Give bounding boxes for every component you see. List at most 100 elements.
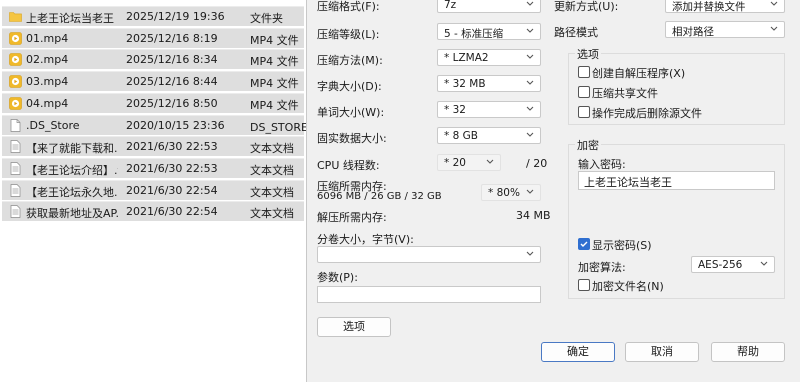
mem-decompress-value: 34 MB [516,209,551,222]
file-date: 2025/12/16 8:50 [126,96,218,110]
chevron-down-icon [526,189,534,194]
word-value: * 32 [444,104,466,116]
params-label: 参数(P): [317,271,358,284]
split-label: 分卷大小，字节(V): [317,233,414,246]
file-date: 2025/12/19 19:36 [126,10,225,23]
file-list: 上老王论坛当老王 2025/12/19 19:36 文件夹 01.mp4 2025/12… [0,0,306,382]
ok-button[interactable]: 确定 [541,342,615,362]
file-row[interactable]: 02.mp4 2025/12/16 8:34 MP4 文件 [2,49,304,70]
file-date: 2025/12/16 8:19 [126,31,218,45]
options-group-title: 选项 [575,46,601,62]
chevron-down-icon [760,261,768,266]
file-type: MP4 文件 [250,77,299,91]
checkbox-box [578,279,590,291]
file-row[interactable]: 04.mp4 2025/12/16 8:50 MP4 文件 [2,92,304,113]
cpu-label: CPU 线程数: [317,159,380,172]
file-row[interactable]: 【来了就能下载和... 2021/6/30 22:53 文本文档 [2,136,304,157]
folder-icon [9,10,22,23]
chevron-down-icon [770,26,778,31]
file-date: 2025/12/16 8:44 [126,75,218,89]
dict-select[interactable]: * 32 MB [437,75,541,92]
sfx-checkbox[interactable]: 创建自解压程序(X) [578,65,728,80]
level-select[interactable]: 5 - 标准压缩 [437,23,541,40]
checkbox-box [578,238,590,250]
format-value: 7z [444,0,457,11]
file-type: MP4 文件 [250,33,299,47]
chevron-down-icon [526,132,534,137]
path-value: 相对路径 [672,26,714,38]
mp4-file-icon [9,31,22,45]
file-type: 文本文档 [250,207,294,221]
solid-select[interactable]: * 8 GB [437,127,541,144]
file-date: 2025/12/16 8:34 [126,53,218,67]
file-row[interactable]: 上老王论坛当老王 2025/12/19 19:36 文件夹 [2,6,304,26]
file-row[interactable]: .DS_Store 2020/10/15 23:36 DS_STORE 文件 [2,114,306,135]
shared-label: 压缩共享文件 [592,87,658,100]
file-name: 02.mp4 [26,53,69,67]
chevron-down-icon [526,28,534,33]
chevron-down-icon [526,251,534,256]
split-volume-select[interactable] [317,246,541,263]
file-row[interactable]: 【老王论坛永久地... 2021/6/30 22:54 文本文档 [2,179,304,200]
password-input[interactable]: 上老王论坛当老王 [578,171,775,190]
solid-value: * 8 GB [444,130,478,142]
mem-percent-select[interactable]: * 80% [481,184,541,201]
update-value: 添加并替换文件 [672,1,746,13]
file-date: 2021/6/30 22:54 [126,183,218,197]
file-name: 01.mp4 [26,31,69,45]
shared-files-checkbox[interactable]: 压缩共享文件 [578,85,728,100]
file-type: DS_STORE 文件 [250,120,306,134]
options-button[interactable]: 选项 [317,317,391,337]
check-icon [580,241,588,247]
text-file-icon [9,162,22,175]
checkbox-box [578,106,590,118]
file-name: 【老王论坛永久地... [26,185,118,199]
file-row[interactable]: 03.mp4 2025/12/16 8:44 MP4 文件 [2,71,304,92]
method-label: 压缩方法(M): [317,54,383,67]
text-file-icon [9,140,22,154]
cancel-button[interactable]: 取消 [625,342,699,362]
file-name: .DS_Store [26,118,80,132]
file-date: 2021/6/30 22:53 [126,161,218,175]
sfx-label: 创建自解压程序(X) [592,67,686,80]
params-input[interactable] [317,286,541,303]
mem-compress-detail: 6096 MB / 26 GB / 32 GB [317,191,442,202]
enc-method-select[interactable]: AES-256 [691,256,775,273]
update-label: 更新方式(U): [554,0,619,13]
solid-label: 固实数据大小: [317,132,387,145]
chevron-down-icon [486,159,494,164]
word-select[interactable]: * 32 [437,101,541,118]
show-password-checkbox[interactable]: 显示密码(S) [578,237,728,252]
file-name: 获取最新地址及AP... [26,207,118,221]
file-date: 2020/10/15 23:36 [126,118,225,132]
file-name: 【老王论坛介绍】.txt [26,163,118,177]
encrypt-names-checkbox[interactable]: 加密文件名(N) [578,278,728,293]
method-select[interactable]: * LZMA2 [437,49,541,66]
encryption-group-title: 加密 [575,137,601,153]
mp4-file-icon [9,75,22,88]
enc-names-label: 加密文件名(N) [592,280,664,293]
path-mode-select[interactable]: 相对路径 [665,21,785,38]
file-type: 文本文档 [250,142,294,156]
file-row[interactable]: 01.mp4 2025/12/16 8:19 MP4 文件 [2,27,304,48]
cpu-max: / 20 [526,157,548,170]
file-row[interactable]: 获取最新地址及AP... 2021/6/30 22:54 文本文档 [2,201,304,222]
file-name: 上老王论坛当老王 [26,12,114,25]
file-name: 【来了就能下载和... [26,142,118,156]
file-type: MP4 文件 [250,98,299,112]
mem-percent-value: * 80% [488,187,520,199]
chevron-down-icon [770,1,778,6]
help-button[interactable]: 帮助 [711,342,785,362]
format-label: 压缩格式(F): [317,0,380,13]
format-select[interactable]: 7z [437,0,541,13]
file-name: 04.mp4 [26,96,69,110]
mem-decompress-label: 解压所需内存: [317,211,387,224]
checkbox-box [578,86,590,98]
cpu-threads-select[interactable]: * 20 [437,154,501,171]
file-row[interactable]: 【老王论坛介绍】.txt 2021/6/30 22:53 文本文档 [2,157,304,178]
add-to-archive-dialog: 压缩格式(F): 7z 压缩等级(L): 5 - 标准压缩 压缩方法(M): *… [306,0,800,382]
delete-after-checkbox[interactable]: 操作完成后删除源文件 [578,105,728,120]
mp4-file-icon [9,96,22,110]
update-mode-select[interactable]: 添加并替换文件 [665,0,785,13]
delete-label: 操作完成后删除源文件 [592,107,702,120]
